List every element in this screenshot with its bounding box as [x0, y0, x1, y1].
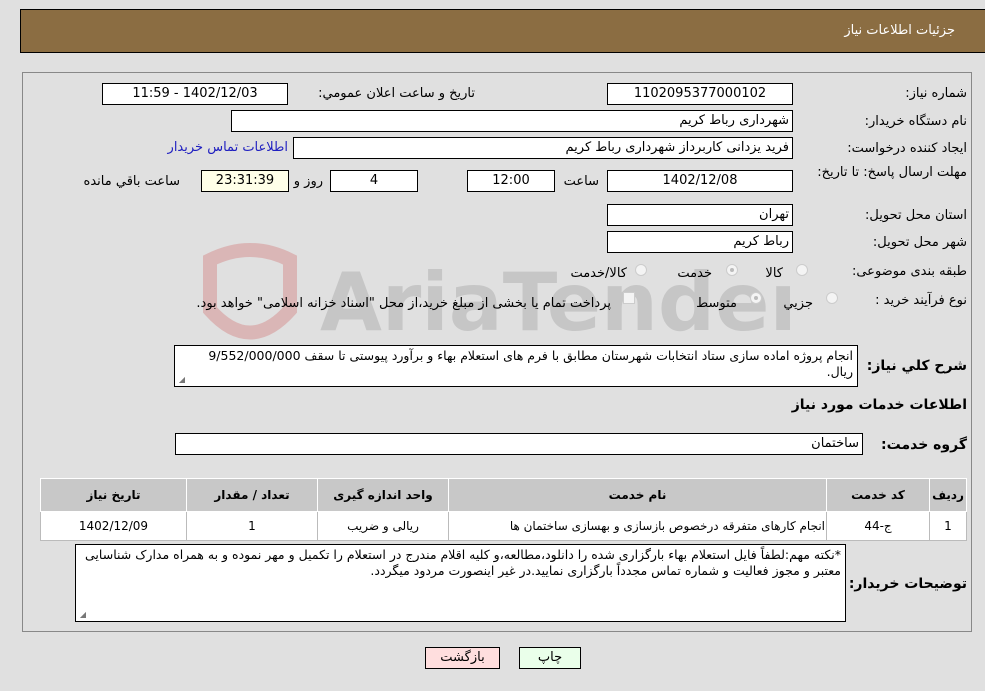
- need-number-label: شماره نیاز:: [905, 86, 967, 101]
- deadline-label: مهلت ارسال پاسخ: تا تاریخ:: [817, 165, 967, 180]
- province-field: تهران: [607, 204, 793, 226]
- announce-datetime-field: 1402/12/03 - 11:59: [102, 83, 288, 105]
- category-option-goods-service: کالا/خدمت: [570, 266, 627, 281]
- col-header-unit: واحد اندازه گيری: [317, 478, 449, 512]
- cell-need-date: 1402/12/09: [40, 511, 187, 541]
- remaining-time-label: ساعت باقي مانده: [83, 174, 180, 189]
- buyer-notes-text: *نکته مهم:لطفاً فایل استعلام بهاء بارگزا…: [85, 547, 841, 578]
- services-section-title: اطلاعات خدمات مورد نياز: [791, 397, 967, 413]
- table-row: 1 ج-44 انجام کارهای متفرقه درخصوص بازساز…: [40, 511, 967, 541]
- buyer-notes-label: توضيحات خريدار:: [848, 576, 967, 592]
- buyer-org-label: نام دستگاه خريدار:: [864, 114, 967, 129]
- process-option-minor: جزيي: [783, 296, 813, 311]
- city-field: رباط کریم: [607, 231, 793, 253]
- remaining-time-field: 23:31:39: [201, 170, 289, 192]
- need-number-field: 1102095377000102: [607, 83, 793, 105]
- requester-field: فرید یزدانی کاربرداز شهرداری رباط کریم: [293, 137, 793, 159]
- cell-unit: ریالی و ضریب: [317, 511, 449, 541]
- province-label: استان محل تحویل:: [865, 208, 967, 223]
- cell-service-code: ج-44: [826, 511, 930, 541]
- cell-service-name: انجام کارهای متفرقه درخصوص بازسازی و بهس…: [448, 511, 827, 541]
- page-header: جزئیات اطلاعات نیاز: [20, 9, 985, 53]
- requester-label: ايجاد کننده درخواست:: [847, 141, 967, 156]
- col-header-service-code: کد خدمت: [826, 478, 930, 512]
- page-title: جزئیات اطلاعات نیاز: [844, 23, 955, 38]
- services-table: رديف کد خدمت نام خدمت واحد اندازه گيری ت…: [40, 478, 967, 541]
- days-remaining-field: 4: [330, 170, 418, 192]
- col-header-quantity: تعداد / مقدار: [186, 478, 318, 512]
- treasury-checkbox[interactable]: [623, 292, 635, 304]
- col-header-service-name: نام خدمت: [448, 478, 827, 512]
- deadline-time-field: 12:00: [467, 170, 555, 192]
- buyer-org-field: شهرداری رباط کریم: [231, 110, 793, 132]
- category-label: طبقه بندی موضوعی:: [851, 264, 967, 279]
- service-group-field: ساختمان: [175, 433, 863, 455]
- city-label: شهر محل تحویل:: [872, 235, 967, 250]
- print-button[interactable]: چاپ: [519, 647, 581, 669]
- table-header-row: رديف کد خدمت نام خدمت واحد اندازه گيری ت…: [40, 478, 967, 512]
- process-label: نوع فرآیند خرید :: [875, 293, 967, 308]
- service-group-label: گروه خدمت:: [881, 437, 967, 453]
- cell-quantity: 1: [186, 511, 318, 541]
- treasury-note: پرداخت تمام یا بخشی از مبلغ خرید،از محل …: [196, 296, 611, 311]
- description-label: شرح کلي نياز:: [866, 358, 967, 374]
- process-radio-minor[interactable]: [826, 292, 838, 304]
- resize-handle-icon[interactable]: ◢: [78, 611, 86, 619]
- category-option-goods: کالا: [765, 266, 783, 281]
- deadline-date-field: 1402/12/08: [607, 170, 793, 192]
- buyer-contact-link[interactable]: اطلاعات تماس خريدار: [168, 140, 288, 155]
- buyer-notes-textarea[interactable]: *نکته مهم:لطفاً فایل استعلام بهاء بارگزا…: [75, 544, 846, 622]
- description-textarea[interactable]: انجام پروژه اماده سازی ستاد انتخابات شهر…: [174, 345, 858, 387]
- announce-label: تاریخ و ساعت اعلان عمومي:: [318, 86, 475, 101]
- process-radio-medium[interactable]: [750, 292, 762, 304]
- back-button[interactable]: بازگشت: [425, 647, 500, 669]
- process-option-medium: متوسط: [696, 296, 737, 311]
- days-label: روز و: [293, 174, 323, 189]
- category-option-service: خدمت: [677, 266, 712, 281]
- col-header-need-date: تاریخ نیاز: [40, 478, 187, 512]
- category-radio-goods-service[interactable]: [635, 264, 647, 276]
- cell-row-number: 1: [929, 511, 967, 541]
- col-header-row-number: رديف: [929, 478, 967, 512]
- category-radio-goods[interactable]: [796, 264, 808, 276]
- resize-handle-icon[interactable]: ◢: [177, 376, 185, 384]
- category-radio-service[interactable]: [726, 264, 738, 276]
- deadline-time-label: ساعت: [563, 174, 599, 189]
- description-text: انجام پروژه اماده سازی ستاد انتخابات شهر…: [208, 348, 853, 379]
